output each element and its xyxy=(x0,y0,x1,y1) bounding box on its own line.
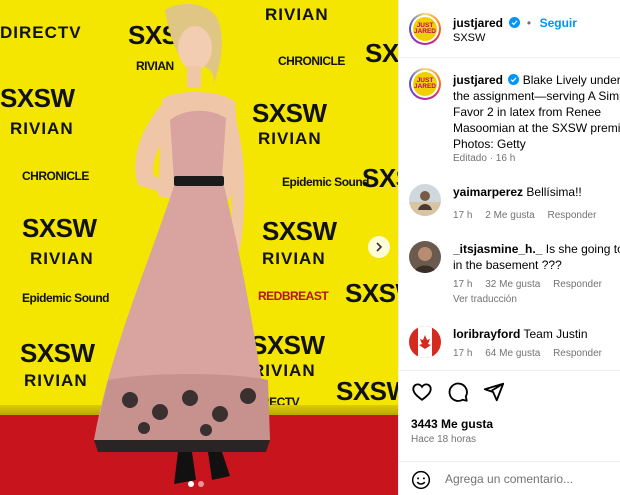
sponsor-sxsw: SXSW xyxy=(345,278,398,308)
carousel-dot xyxy=(198,481,204,487)
caption-line: Favor 2 in latex from Renee xyxy=(453,105,602,119)
post-time: Hace 18 horas xyxy=(411,434,477,445)
header-user-line: justjared • Seguir xyxy=(453,14,577,32)
sponsor-sxsw: SXSW xyxy=(336,376,398,406)
next-image-button[interactable] xyxy=(368,236,390,258)
comment-likes[interactable]: 32 Me gusta xyxy=(485,279,540,290)
comment-body: Is she going to st xyxy=(545,242,620,256)
heart-icon[interactable] xyxy=(411,381,433,403)
avatar-canada-flag xyxy=(409,326,441,358)
share-icon[interactable] xyxy=(483,381,505,403)
like-count[interactable]: 3443 Me gusta xyxy=(411,417,493,431)
comment-meta: 17 h 2 Me gusta Responder xyxy=(453,210,606,221)
comment-likes[interactable]: 2 Me gusta xyxy=(485,210,534,221)
commenter-avatar[interactable] xyxy=(409,241,441,273)
sponsor-sxsw: SXSW xyxy=(0,83,75,113)
post-side-panel: JUST JARED justjared • Seguir SXSW JUST … xyxy=(398,0,620,495)
sponsor-rivian: RIVIAN xyxy=(10,119,74,138)
post-location[interactable]: SXSW xyxy=(453,32,485,44)
comment-icon[interactable] xyxy=(447,381,469,403)
post-actions: 3443 Me gusta Hace 18 horas xyxy=(399,370,620,460)
carousel-indicator xyxy=(188,481,204,487)
author-avatar[interactable]: JUST JARED xyxy=(409,13,441,45)
chevron-right-icon xyxy=(376,242,383,252)
commenter-username[interactable]: loribrayford xyxy=(453,327,520,341)
comment-body: Bellísima!! xyxy=(526,185,582,199)
reply-button[interactable]: Responder xyxy=(553,348,602,359)
verified-icon xyxy=(509,17,521,28)
caption-line: the assignment—serving A Simp xyxy=(453,89,620,103)
caption-line: Blake Lively underst xyxy=(522,73,620,87)
caption-username[interactable]: justjared xyxy=(453,73,503,87)
logo-text-bottom: JARED xyxy=(413,28,437,35)
view-translation-button[interactable]: Ver traducción xyxy=(453,294,517,305)
caption-line: Masoomian at the SXSW premie xyxy=(453,121,620,135)
post-photo[interactable]: DIRECTV SXSW RIVIAN SXSW RIVIAN CHRONICL… xyxy=(0,0,398,495)
caption-avatar[interactable]: JUST JARED xyxy=(409,68,441,100)
action-icons xyxy=(411,381,505,403)
caption-text: justjared Blake Lively underst the assig… xyxy=(453,72,620,152)
reply-button[interactable]: Responder xyxy=(548,210,597,221)
comment-time: 17 h xyxy=(453,210,473,221)
verified-icon xyxy=(508,74,520,85)
reply-button[interactable]: Responder xyxy=(553,279,602,290)
post-header: JUST JARED justjared • Seguir SXSW xyxy=(399,0,620,58)
woman-in-pink-gown xyxy=(94,4,270,484)
comment-meta: 17 h 64 Me gusta Responder xyxy=(453,348,612,359)
avatar-photo-beach xyxy=(409,184,441,216)
separator-dot: • xyxy=(526,16,532,30)
caption-meta: Editado · 16 h xyxy=(453,153,516,164)
emoji-icon[interactable] xyxy=(411,470,431,490)
author-username[interactable]: justjared xyxy=(453,16,503,30)
sponsor-sxsw: SXSW xyxy=(365,38,398,68)
commenter-username[interactable]: yaimarperez xyxy=(453,185,523,199)
justjared-logo: JUST JARED xyxy=(413,72,437,96)
comment-text: loribrayford Team Justin xyxy=(453,326,620,342)
commenter-username[interactable]: _itsjasmine_h._ xyxy=(453,242,542,256)
comment-body-line: in the basement ??? xyxy=(453,258,562,272)
follow-button[interactable]: Seguir xyxy=(540,16,577,30)
carousel-dot-active xyxy=(188,481,194,487)
logo-text-bottom: JARED xyxy=(413,83,437,90)
comment-time: 17 h xyxy=(453,348,473,359)
add-comment-bar xyxy=(399,461,620,495)
comment-meta: 17 h 32 Me gusta Responder xyxy=(453,279,612,290)
sponsor-chronicle: CHRONICLE xyxy=(278,54,345,68)
commenter-avatar[interactable] xyxy=(409,326,441,358)
justjared-logo: JUST JARED xyxy=(413,17,437,41)
commenter-avatar[interactable] xyxy=(409,184,441,216)
comment-likes[interactable]: 64 Me gusta xyxy=(485,348,540,359)
comment-text: yaimarperez Bellísima!! xyxy=(453,184,620,200)
comment-text: _itsjasmine_h._ Is she going to st in th… xyxy=(453,241,620,273)
sponsor-epidemic: Epidemic Sound xyxy=(282,175,370,189)
avatar-photo-face xyxy=(409,241,441,273)
caption-line: Photos: Getty xyxy=(453,137,526,151)
comment-time: 17 h xyxy=(453,279,473,290)
comment-body: Team Justin xyxy=(523,327,588,341)
add-comment-input[interactable] xyxy=(445,468,615,490)
